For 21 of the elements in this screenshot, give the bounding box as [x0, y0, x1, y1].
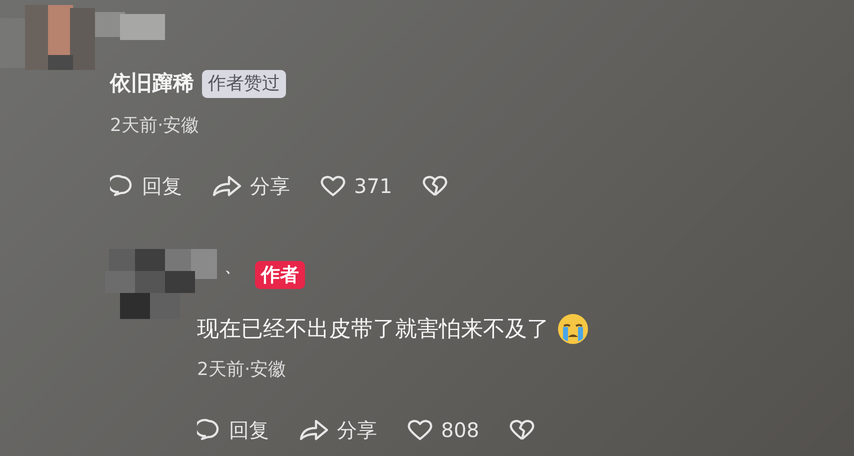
comment-icon — [110, 174, 134, 198]
timestamp-location: 2天前·安徽 — [197, 358, 288, 382]
reply-button[interactable]: 回复 — [110, 170, 182, 201]
like-button[interactable]: 808 — [407, 414, 480, 445]
heart-icon — [320, 174, 346, 197]
broken-heart-icon[interactable] — [509, 418, 536, 441]
liked-by-author-tag: 作者赞过 — [202, 70, 286, 98]
share-button[interactable]: 分享 — [212, 170, 290, 201]
broken-heart-icon[interactable] — [422, 174, 448, 197]
name-fragment: 、 — [225, 260, 239, 275]
heart-icon — [407, 418, 433, 441]
username: 依旧蹿稀 — [110, 73, 194, 94]
like-button[interactable]: 371 — [320, 170, 392, 201]
share-button[interactable]: 分享 — [299, 414, 377, 445]
comment-icon — [197, 418, 221, 442]
share-icon — [299, 418, 329, 441]
author-tag: 作者 — [255, 260, 305, 290]
share-icon — [212, 174, 242, 197]
reply-button[interactable]: 回复 — [197, 414, 269, 445]
comment-text: 现在已经不出皮带了就害怕来不及了 — [197, 316, 549, 344]
timestamp-location: 2天前·安徽 — [110, 114, 200, 138]
